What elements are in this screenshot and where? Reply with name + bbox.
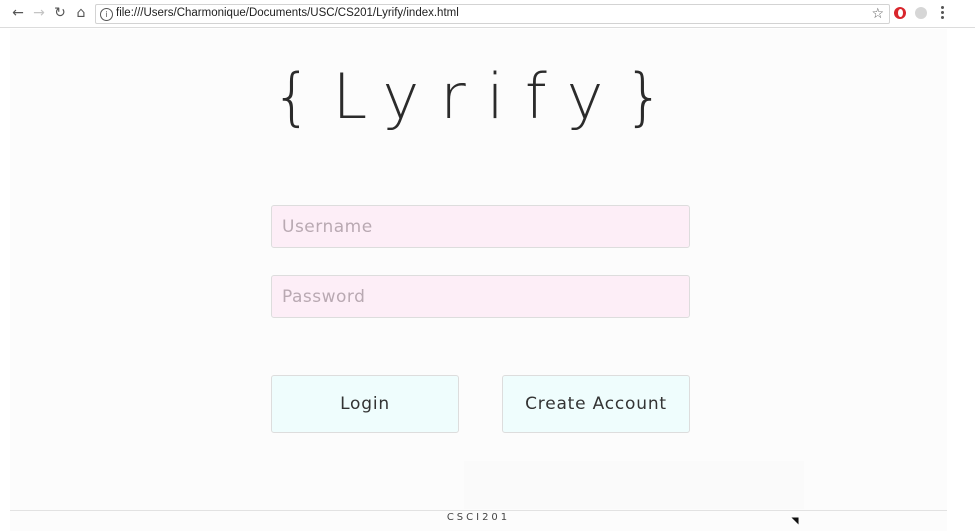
back-arrow-icon[interactable]: ←: [10, 5, 26, 21]
username-input[interactable]: [271, 205, 690, 248]
star-icon[interactable]: ☆: [871, 6, 884, 22]
password-input[interactable]: [271, 275, 690, 318]
kebab-menu-icon[interactable]: [938, 6, 946, 22]
info-icon[interactable]: i: [100, 8, 113, 21]
address-bar[interactable]: i file:///Users/Charmonique/Documents/US…: [95, 4, 890, 24]
footer-divider: [10, 510, 947, 511]
create-account-button[interactable]: Create Account: [502, 375, 690, 433]
opera-extension-icon[interactable]: [894, 7, 906, 19]
background-panel: [464, 461, 804, 509]
url-text[interactable]: file:///Users/Charmonique/Documents/USC/…: [116, 7, 459, 19]
page-content: {Lyrify} Login Create Account CSCI201: [10, 29, 947, 531]
gray-extension-icon[interactable]: [915, 7, 927, 19]
app-logo: {Lyrify}: [272, 60, 685, 133]
browser-toolbar: ← → ↻ ⌂ i file:///Users/Charmonique/Docu…: [0, 0, 975, 28]
footer-text: CSCI201: [446, 512, 511, 523]
home-icon[interactable]: ⌂: [73, 5, 89, 21]
login-button[interactable]: Login: [271, 375, 459, 433]
reload-icon[interactable]: ↻: [52, 5, 68, 21]
forward-arrow-icon[interactable]: →: [31, 5, 47, 21]
